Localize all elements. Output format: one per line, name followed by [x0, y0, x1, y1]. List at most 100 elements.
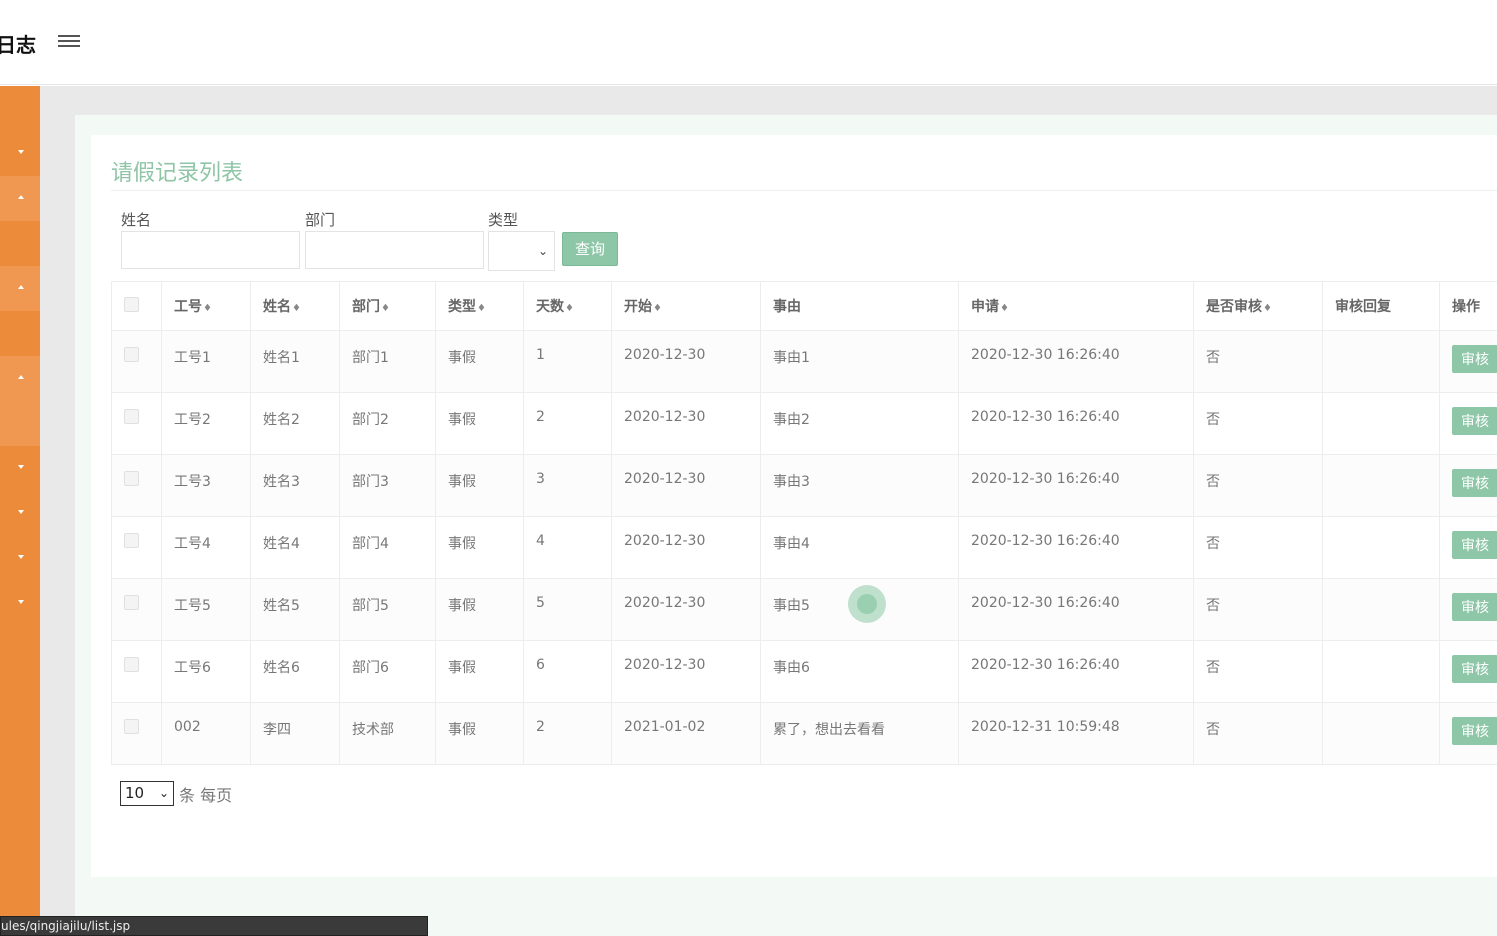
- page-title: 请假记录列表: [111, 161, 244, 186]
- sidebar-item-2[interactable]: [0, 175, 40, 219]
- audit-button[interactable]: 审核: [1452, 531, 1497, 559]
- cell-actions: 审核: [1439, 392, 1497, 455]
- dept-input[interactable]: [305, 231, 484, 269]
- sidebar-item-4[interactable]: [0, 355, 40, 399]
- row-checkbox[interactable]: [124, 409, 139, 424]
- chevron-up-icon: [18, 195, 24, 199]
- cell-dept: 部门2: [339, 392, 436, 455]
- cell-apply: 2020-12-30 16:26:40: [958, 640, 1194, 703]
- cell-type: 事假: [435, 702, 524, 765]
- sort-icon: ♦: [203, 303, 212, 314]
- sidebar-item-3[interactable]: [0, 265, 40, 309]
- row-select-cell: [111, 578, 162, 641]
- audit-button[interactable]: 审核: [1452, 469, 1497, 497]
- chevron-down-icon: [18, 150, 24, 154]
- col-header[interactable]: 开始♦: [611, 281, 761, 331]
- cell-apply: 2020-12-30 16:26:40: [958, 392, 1194, 455]
- cell-days: 5: [523, 578, 612, 641]
- chevron-up-icon: [18, 285, 24, 289]
- query-button[interactable]: 查询: [562, 232, 618, 266]
- row-checkbox[interactable]: [124, 657, 139, 672]
- cell-apply: 2020-12-30 16:26:40: [958, 578, 1194, 641]
- cell-type: 事假: [435, 392, 524, 455]
- hamburger-icon[interactable]: [58, 32, 80, 52]
- cell-start: 2020-12-30: [611, 392, 761, 455]
- chevron-down-icon: [18, 555, 24, 559]
- cell-days: 2: [523, 702, 612, 765]
- cell-audited: 否: [1193, 330, 1323, 393]
- col-header[interactable]: 工号♦: [161, 281, 251, 331]
- cell-dept: 部门5: [339, 578, 436, 641]
- cell-reason: 事由1: [760, 330, 959, 393]
- table-row: 工号5 姓名5 部门5 事假 5 2020-12-30 事由5 2020-12-30 16:2…: [111, 578, 1497, 641]
- cell-days: 6: [523, 640, 612, 703]
- col-header: 审核回复: [1322, 281, 1440, 331]
- col-header[interactable]: 类型♦: [435, 281, 524, 331]
- cell-actions: 审核: [1439, 330, 1497, 393]
- cell-id: 工号2: [161, 392, 251, 455]
- cell-dept: 部门4: [339, 516, 436, 579]
- row-select-cell: [111, 702, 162, 765]
- type-label: 类型: [488, 211, 519, 229]
- cell-id: 工号4: [161, 516, 251, 579]
- table-row: 工号3 姓名3 部门3 事假 3 2020-12-30 事由3 2020-12-30 16:2…: [111, 454, 1497, 517]
- cell-start: 2020-12-30: [611, 330, 761, 393]
- table-row: 工号1 姓名1 部门1 事假 1 2020-12-30 事由1 2020-12-30 16:2…: [111, 330, 1497, 393]
- row-checkbox[interactable]: [124, 533, 139, 548]
- col-header[interactable]: 是否审核♦: [1193, 281, 1323, 331]
- sort-icon: ♦: [1263, 303, 1272, 314]
- sort-icon: ♦: [1000, 303, 1009, 314]
- page-size-select[interactable]: 10 ⌄: [120, 781, 174, 806]
- cell-id: 工号3: [161, 454, 251, 517]
- cell-reason: 事由3: [760, 454, 959, 517]
- sidebar-item-5[interactable]: [0, 445, 40, 489]
- cell-days: 4: [523, 516, 612, 579]
- cell-reply: [1322, 578, 1440, 641]
- chevron-down-icon: [18, 510, 24, 514]
- cell-id: 工号5: [161, 578, 251, 641]
- cell-reply: [1322, 330, 1440, 393]
- row-checkbox[interactable]: [124, 595, 139, 610]
- cell-name: 姓名2: [250, 392, 340, 455]
- sidebar-item-7[interactable]: [0, 535, 40, 579]
- row-checkbox[interactable]: [124, 471, 139, 486]
- cell-name: 姓名6: [250, 640, 340, 703]
- sidebar-item-6[interactable]: [0, 490, 40, 534]
- col-header[interactable]: 部门♦: [339, 281, 436, 331]
- col-header[interactable]: 姓名♦: [250, 281, 340, 331]
- cell-actions: 审核: [1439, 640, 1497, 703]
- cell-type: 事假: [435, 330, 524, 393]
- cell-apply: 2020-12-31 10:59:48: [958, 702, 1194, 765]
- audit-button[interactable]: 审核: [1452, 407, 1497, 435]
- audit-button[interactable]: 审核: [1452, 345, 1497, 373]
- table-row: 工号4 姓名4 部门4 事假 4 2020-12-30 事由4 2020-12-30 16:2…: [111, 516, 1497, 579]
- type-select[interactable]: ⌄: [488, 231, 555, 271]
- cell-actions: 审核: [1439, 578, 1497, 641]
- cell-reply: [1322, 454, 1440, 517]
- sidebar-item-8[interactable]: [0, 580, 40, 624]
- row-checkbox[interactable]: [124, 719, 139, 734]
- chevron-down-icon: ⌄: [537, 244, 548, 258]
- cell-audited: 否: [1193, 702, 1323, 765]
- cell-type: 事假: [435, 578, 524, 641]
- audit-button[interactable]: 审核: [1452, 655, 1497, 683]
- name-input[interactable]: [121, 231, 300, 269]
- cell-name: 李四: [250, 702, 340, 765]
- cell-actions: 审核: [1439, 516, 1497, 579]
- cell-apply: 2020-12-30 16:26:40: [958, 454, 1194, 517]
- sidebar-item-1[interactable]: [0, 130, 40, 174]
- cell-dept: 技术部: [339, 702, 436, 765]
- cursor-click-indicator: [848, 585, 886, 623]
- row-checkbox[interactable]: [124, 347, 139, 362]
- row-select-cell: [111, 640, 162, 703]
- cell-reply: [1322, 516, 1440, 579]
- cell-reason: 事由6: [760, 640, 959, 703]
- cell-audited: 否: [1193, 578, 1323, 641]
- audit-button[interactable]: 审核: [1452, 593, 1497, 621]
- col-header[interactable]: 天数♦: [523, 281, 612, 331]
- cell-days: 3: [523, 454, 612, 517]
- sort-icon: ♦: [292, 303, 301, 314]
- col-header[interactable]: 申请♦: [958, 281, 1194, 331]
- select-all-checkbox[interactable]: [124, 296, 139, 312]
- audit-button[interactable]: 审核: [1452, 717, 1497, 745]
